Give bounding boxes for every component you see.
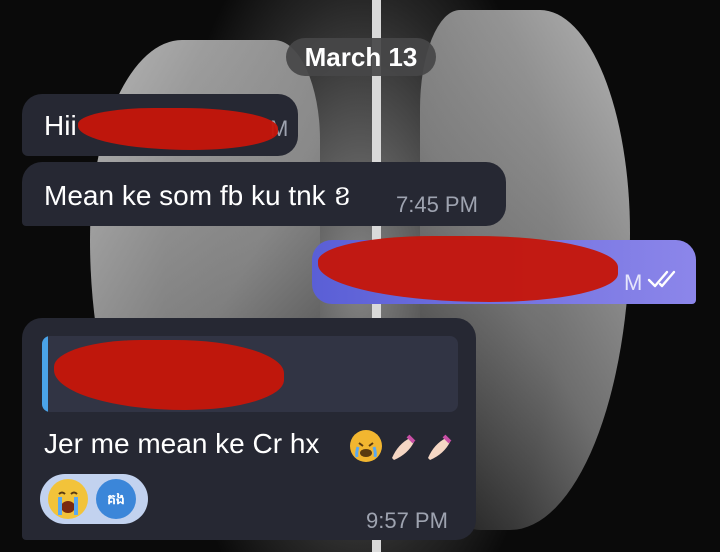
- message-time: 7:45 PM: [396, 192, 478, 217]
- redaction-mark: [78, 108, 278, 150]
- reactor-avatar[interactable]: គង: [96, 479, 136, 519]
- message-text: Hii: [44, 110, 77, 141]
- reply-preview[interactable]: [42, 336, 458, 412]
- message-time: 9:57 PM: [366, 508, 448, 533]
- message-text: Jer me mean ke Cr hx: [44, 428, 320, 459]
- message-bubble-incoming[interactable]: Hii M: [22, 94, 298, 156]
- message-bubble-incoming[interactable]: Jer me mean ke Cr hx គង 9:57 PM: [22, 318, 476, 540]
- redaction-mark: [54, 340, 284, 410]
- message-text: Mean ke som fb ku tnk ខ: [44, 180, 352, 211]
- message-emojis: [348, 428, 460, 464]
- message-bubble-incoming[interactable]: Mean ke som fb ku tnk ខ 7:45 PM: [22, 162, 506, 226]
- reply-accent-bar: [42, 336, 48, 412]
- crying-cat-emoji: [350, 430, 382, 462]
- message-time-fragment: M: [624, 270, 643, 295]
- redaction-mark: [318, 236, 618, 302]
- date-separator: March 13: [286, 38, 436, 76]
- reaction-chip[interactable]: គង: [40, 474, 148, 524]
- nail-polish-emoji: [388, 430, 420, 462]
- double-check-icon: [647, 268, 681, 295]
- message-bubble-outgoing[interactable]: M: [312, 236, 696, 304]
- loudly-crying-face-emoji: [48, 479, 88, 519]
- nail-polish-emoji: [424, 430, 456, 462]
